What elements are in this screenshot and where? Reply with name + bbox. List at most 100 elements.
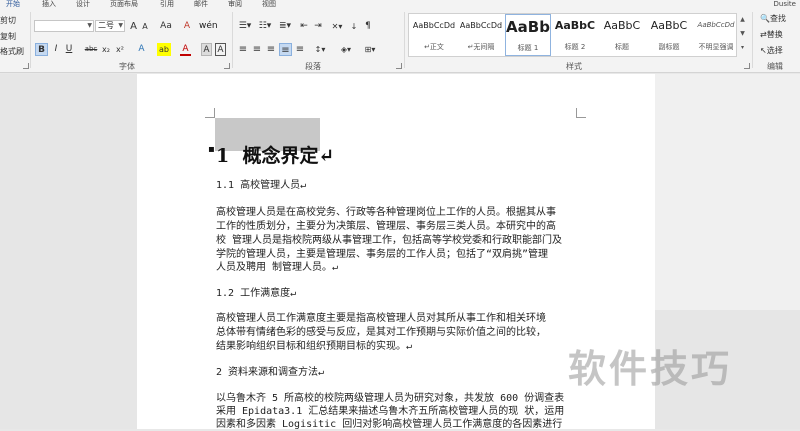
subscript-button[interactable]: x₂ xyxy=(100,43,112,56)
distributed-button[interactable]: ≡ xyxy=(294,43,306,56)
crop-mark-top-right xyxy=(576,108,586,118)
style-preview: AaBb xyxy=(506,18,550,36)
line-spacing-button[interactable]: ↕▾ xyxy=(312,43,328,56)
styles-gallery: AaBbCcDd ↵正文 AaBbCcDd ↵无间隔 AaBb 标题 1 AaB… xyxy=(408,13,748,57)
doc-line: 校 管理人员是指校院两级从事管理工作，包括高等学校党委和行政职能部门及 xyxy=(216,235,563,246)
style-name: 标题 2 xyxy=(564,43,586,51)
chinese-layout-button[interactable]: ✕▾ xyxy=(330,20,344,33)
styles-launcher-icon[interactable] xyxy=(744,63,750,69)
align-left-button[interactable]: ≡ xyxy=(237,43,249,56)
style-subtitle[interactable]: AaBbC 副标题 xyxy=(646,14,692,56)
select-label: 选择 xyxy=(766,46,783,55)
align-right-button[interactable]: ≡ xyxy=(265,43,277,56)
tab-view[interactable]: 视图 xyxy=(260,0,278,9)
chevron-down-icon: ▼ xyxy=(118,22,123,29)
heading-number: 1 xyxy=(216,145,230,167)
group-divider xyxy=(752,12,753,68)
user-name[interactable]: Dusite xyxy=(774,0,796,9)
justify-button[interactable]: ≡ xyxy=(279,43,292,56)
tab-home[interactable]: 开始 xyxy=(4,0,22,9)
change-case-button[interactable]: Aa xyxy=(157,20,175,33)
phonetic-guide-button[interactable]: wén xyxy=(199,20,218,33)
bullets-button[interactable]: ☰▾ xyxy=(237,20,253,33)
tab-mailings[interactable]: 邮件 xyxy=(192,0,210,9)
decrease-indent-button[interactable]: ⇤ xyxy=(298,20,310,33)
style-name: 不明显强调 xyxy=(698,43,734,51)
style-preview: AaBbC xyxy=(554,19,596,32)
tab-design[interactable]: 设计 xyxy=(74,0,92,9)
style-no-spacing[interactable]: AaBbCcDd ↵无间隔 xyxy=(458,14,504,56)
style-name: 标题 1 xyxy=(517,44,539,52)
show-marks-button[interactable]: ¶ xyxy=(362,20,374,33)
bold-button[interactable]: B xyxy=(35,43,48,56)
font-color-button[interactable]: A xyxy=(180,43,191,56)
heading-1[interactable]: 1 概念界定↵ xyxy=(216,141,334,168)
style-preview: AaBbCcDd xyxy=(459,21,503,30)
select-icon: ↖ xyxy=(760,46,767,55)
doc-line: 学院的管理人员，主要是管理层、事务层的工作人员；包括了“双肩挑”管理 xyxy=(216,249,549,260)
chevron-down-icon: ▼ xyxy=(87,22,92,29)
font-launcher-icon[interactable] xyxy=(224,63,230,69)
format-painter-button[interactable]: 格式刷 xyxy=(0,46,24,57)
ribbon-tab-bar: 开始 插入 设计 页面布局 引用 邮件 审阅 视图 Dusite xyxy=(0,0,800,9)
style-name: ↵无间隔 xyxy=(467,43,495,51)
tab-review[interactable]: 审阅 xyxy=(226,0,244,9)
clear-format-button[interactable]: A xyxy=(181,20,193,33)
more-styles-icon[interactable]: ▾ xyxy=(737,41,748,55)
style-heading-1[interactable]: AaBb 标题 1 xyxy=(505,14,551,56)
scroll-down-icon[interactable]: ▼ xyxy=(737,27,748,41)
numbering-button[interactable]: ☷▾ xyxy=(257,20,273,33)
grow-font-button[interactable]: A xyxy=(128,20,139,33)
tab-page-layout[interactable]: 页面布局 xyxy=(108,0,140,9)
shrink-font-button[interactable]: A xyxy=(140,20,150,33)
group-divider xyxy=(404,12,405,68)
style-title[interactable]: AaBbC 标题 xyxy=(599,14,645,56)
font-size-combo[interactable]: 二号 ▼ xyxy=(95,20,125,32)
doc-line: 高校管理人员工作满意度主要是指高校管理人员对其所从事工作和相关环境 xyxy=(216,313,546,324)
list-bullet-icon: ▪ xyxy=(208,144,215,155)
multilevel-list-button[interactable]: ≣▾ xyxy=(277,20,293,33)
copy-button[interactable]: 复制 xyxy=(0,31,16,42)
style-normal[interactable]: AaBbCcDd ↵正文 xyxy=(411,14,457,56)
doc-line: 高校管理人员是在高校党务、行政等各种管理岗位上工作的人员。根据其从事 xyxy=(216,207,556,218)
character-border-button[interactable]: A xyxy=(215,43,226,56)
style-heading-2[interactable]: AaBbC 标题 2 xyxy=(552,14,598,56)
font-name-combo[interactable]: ▼ xyxy=(34,20,94,32)
find-button[interactable]: 🔍查找 xyxy=(760,13,786,24)
styles-group-label: 样式 xyxy=(566,62,582,71)
underline-button[interactable]: U xyxy=(64,43,74,56)
replace-label: 替换 xyxy=(766,30,783,39)
paragraph-launcher-icon[interactable] xyxy=(396,63,402,69)
strikethrough-button[interactable]: abc xyxy=(84,43,98,56)
italic-button[interactable]: I xyxy=(51,43,61,56)
text-effects-button[interactable]: A xyxy=(136,43,147,56)
scroll-up-icon[interactable]: ▲ xyxy=(737,13,748,27)
doc-line: 1.1 高校管理人员↵ xyxy=(216,180,307,191)
heading-text: 概念界定↵ xyxy=(242,145,335,167)
align-center-button[interactable]: ≡ xyxy=(251,43,263,56)
tab-references[interactable]: 引用 xyxy=(158,0,176,9)
shading-button[interactable]: ◈▾ xyxy=(338,43,354,56)
borders-button[interactable]: ⊞▾ xyxy=(362,43,378,56)
cut-button[interactable]: 剪切 xyxy=(0,15,16,26)
clipboard-launcher-icon[interactable] xyxy=(23,63,29,69)
increase-indent-button[interactable]: ⇥ xyxy=(312,20,324,33)
replace-button[interactable]: ⇄替换 xyxy=(760,29,783,40)
styles-scroll[interactable]: ▲ ▼ ▾ xyxy=(736,13,748,57)
doc-line: 因素和多因素 Logisitic 回归对影响高校管理人员工作满意度的各因素进行 xyxy=(216,419,563,430)
select-button[interactable]: ↖选择 xyxy=(760,45,783,56)
crop-mark-top-left xyxy=(205,108,215,118)
side-pane xyxy=(655,74,800,310)
group-divider xyxy=(30,12,31,68)
replace-icon: ⇄ xyxy=(760,30,767,39)
character-shading-button[interactable]: A xyxy=(201,43,212,56)
style-subtle-emphasis[interactable]: AaBbCcDd 不明显强调 xyxy=(693,14,739,56)
group-divider xyxy=(232,12,233,68)
paragraph-group-label: 段落 xyxy=(305,62,321,71)
style-name: 副标题 xyxy=(658,43,680,51)
tab-insert[interactable]: 插入 xyxy=(40,0,58,9)
highlight-color-button[interactable]: ab xyxy=(157,43,171,56)
superscript-button[interactable]: x² xyxy=(114,43,126,56)
doc-line: 人员及聘用 制管理人员。↵ xyxy=(216,262,339,273)
sort-button[interactable]: ↓ xyxy=(348,20,360,33)
